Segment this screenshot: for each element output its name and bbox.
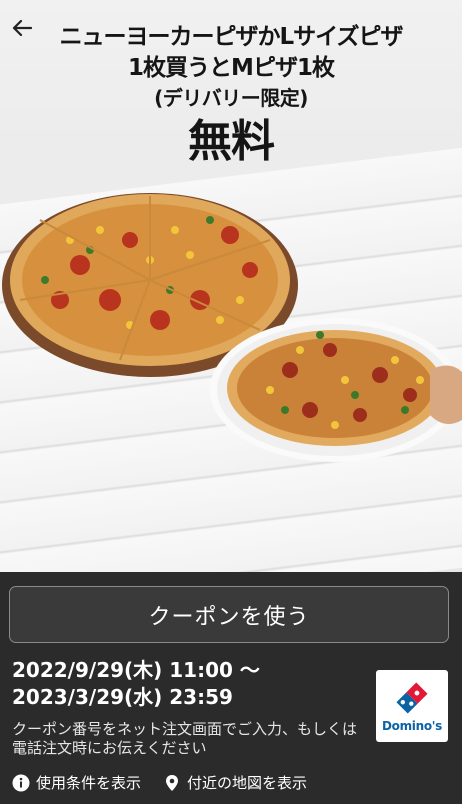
use-coupon-button[interactable]: クーポンを使う — [9, 586, 449, 643]
promo-headline: ニューヨーカーピザかLサイズピザ 1枚買うとMピザ1枚 (デリバリー限定) 無料 — [0, 22, 462, 170]
promo-hero: ニューヨーカーピザかLサイズピザ 1枚買うとMピザ1枚 (デリバリー限定) 無料 — [0, 0, 462, 572]
show-map-link[interactable]: 付近の地図を表示 — [163, 772, 307, 793]
coupon-note: クーポン番号をネット注文画面でご入力、もしくは電話注文時にお伝えください — [12, 720, 358, 757]
headline-free: 無料 — [188, 116, 275, 167]
valid-period: 2022/9/29(木) 11:00 〜 2023/3/29(水) 23:59 — [12, 657, 260, 711]
dominos-logo: Domino's — [376, 670, 448, 742]
info-icon — [12, 774, 30, 791]
headline-line-1: ニューヨーカーピザかLサイズピザ — [59, 24, 404, 50]
headline-line-3: (デリバリー限定) — [154, 86, 308, 110]
map-pin-icon — [166, 774, 179, 791]
brand-name: Domino's — [381, 719, 443, 733]
show-map-label: 付近の地図を表示 — [187, 774, 308, 792]
domino-tile-icon — [396, 682, 428, 714]
pizza-photo — [2, 193, 462, 462]
period-end: 2023/3/29(水) 23:59 — [12, 685, 233, 709]
show-terms-link[interactable]: 使用条件を表示 — [12, 772, 141, 793]
bottom-links: 使用条件を表示 付近の地図を表示 — [12, 772, 307, 793]
period-start: 2022/9/29(木) 11:00 〜 — [12, 658, 260, 682]
show-terms-label: 使用条件を表示 — [36, 774, 142, 792]
headline-line-2: 1枚買うとMピザ1枚 — [128, 55, 335, 81]
